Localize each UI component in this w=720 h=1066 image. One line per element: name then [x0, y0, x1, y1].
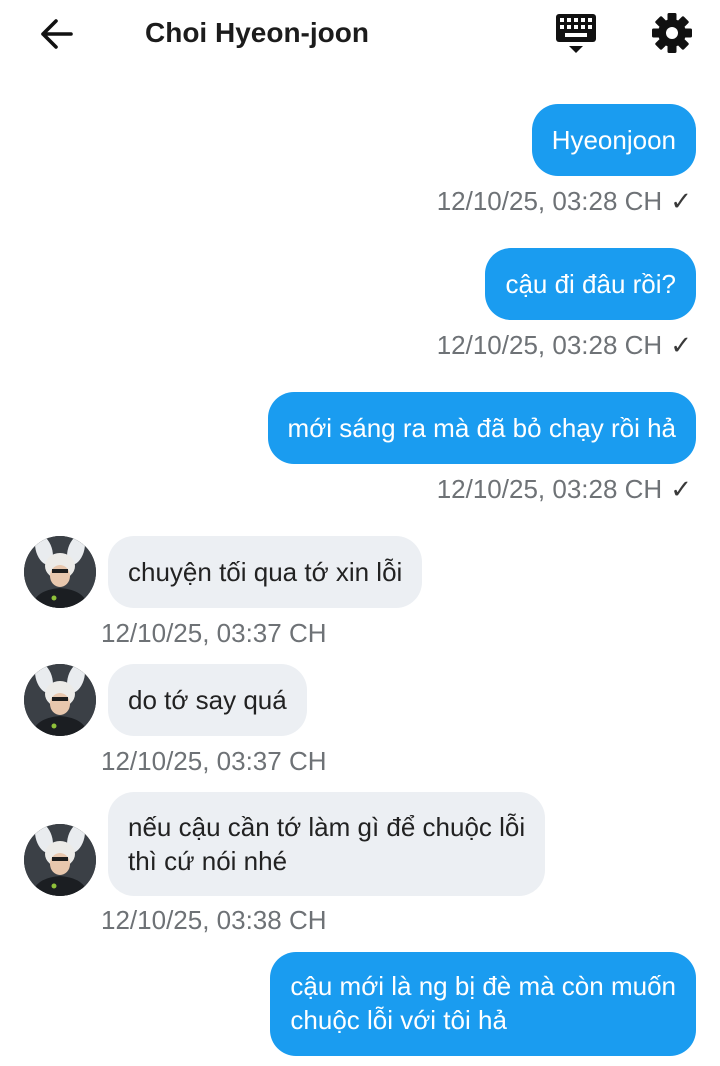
outgoing-message-bubble[interactable]: cậu đi đâu rồi? — [485, 248, 696, 320]
gear-icon — [652, 13, 692, 53]
message-text-line: cậu mới là ng bị đè mà còn muốn — [290, 971, 676, 1001]
message-timestamp: 12/10/25, 03:37 CH — [101, 746, 327, 776]
avatar[interactable] — [24, 536, 96, 608]
message-text: cậu đi đâu rồi? — [505, 269, 676, 299]
avatar[interactable] — [24, 664, 96, 736]
avatar[interactable] — [24, 824, 96, 896]
message-text: do tớ say quá — [128, 685, 287, 715]
message-text-line: thì cứ nói nhé — [128, 846, 288, 876]
outgoing-message-bubble[interactable]: cậu mới là ng bị đè mà còn muốn chuộc lỗ… — [270, 952, 696, 1056]
message-text: Hyeonjoon — [551, 125, 676, 155]
page-title: Choi Hyeon-joon — [145, 17, 369, 48]
outgoing-message-bubble[interactable]: Hyeonjoon — [531, 104, 696, 176]
profile-photo — [24, 824, 96, 896]
read-check-icon: ✓ — [670, 330, 692, 360]
arrow-left-icon — [41, 19, 73, 49]
chat-header: Choi Hyeon-joon — [0, 0, 720, 70]
incoming-message-bubble[interactable]: chuyện tối qua tớ xin lỗi — [108, 536, 423, 608]
message-text: chuyện tối qua tớ xin lỗi — [128, 557, 403, 587]
message-timestamp: 12/10/25, 03:28 CH ✓ — [436, 474, 692, 504]
message-timestamp: 12/10/25, 03:38 CH — [101, 905, 327, 935]
keyboard-button[interactable] — [552, 10, 600, 56]
profile-photo — [24, 664, 96, 736]
message-timestamp: 12/10/25, 03:28 CH ✓ — [436, 186, 692, 216]
read-check-icon: ✓ — [670, 474, 692, 504]
keyboard-icon — [556, 14, 596, 53]
back-button[interactable] — [34, 14, 78, 54]
message-text-line: chuộc lỗi với tôi hả — [290, 1005, 507, 1035]
settings-button[interactable] — [648, 10, 696, 56]
profile-photo — [24, 536, 96, 608]
message-text: mới sáng ra mà đã bỏ chạy rồi hả — [287, 413, 676, 443]
message-text-line: nếu cậu cần tớ làm gì để chuộc lỗi — [128, 812, 526, 842]
outgoing-message-bubble[interactable]: mới sáng ra mà đã bỏ chạy rồi hả — [267, 392, 696, 464]
read-check-icon: ✓ — [670, 186, 692, 216]
incoming-message-bubble[interactable]: nếu cậu cần tớ làm gì để chuộc lỗi thì c… — [108, 792, 546, 896]
incoming-message-bubble[interactable]: do tớ say quá — [108, 664, 307, 736]
message-timestamp: 12/10/25, 03:28 CH ✓ — [436, 330, 692, 360]
message-timestamp: 12/10/25, 03:37 CH — [101, 618, 327, 648]
